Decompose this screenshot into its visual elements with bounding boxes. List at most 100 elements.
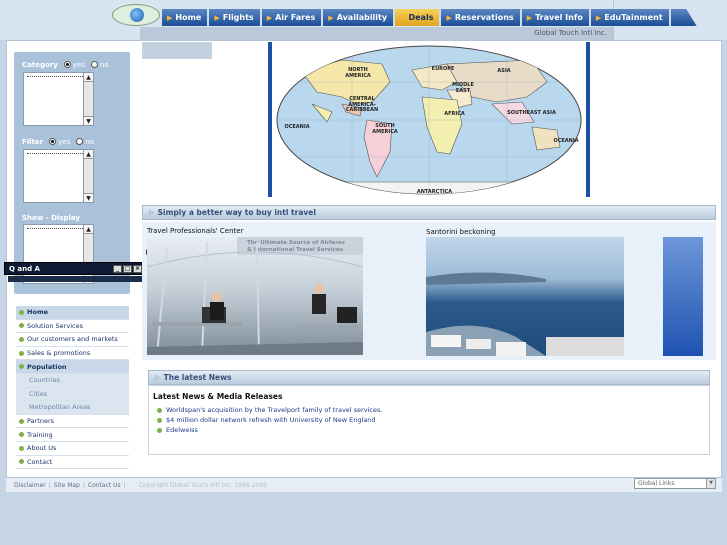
scroll-down-icon[interactable]: ▼ xyxy=(84,116,93,125)
map-label-south-america: SOUTH AMERICA xyxy=(372,123,398,135)
nav-tail xyxy=(670,9,697,26)
travel-pro-title: Travel Professionals' Center xyxy=(147,227,244,235)
bullet-icon xyxy=(19,336,24,342)
news-item-text: Edelweiss xyxy=(166,426,198,434)
world-map[interactable]: NORTH AMERICA EUROPE ASIA MIDDLE EAST CE… xyxy=(268,42,590,197)
category-listbox[interactable]: ▲ ▼ xyxy=(23,72,94,126)
map-label-middle-east: MIDDLE EAST xyxy=(452,82,474,94)
map-label-europe: EUROPE xyxy=(431,66,455,72)
nav-home[interactable]: ▶ Home xyxy=(162,9,210,26)
menu-item[interactable]: About Us xyxy=(16,442,129,456)
category-label: Category xyxy=(22,61,58,69)
tagline-bar: ▷ Simply a better way to buy intl travel xyxy=(142,205,716,220)
footer-link-site-map[interactable]: Site Map xyxy=(54,482,80,489)
menu-item[interactable]: Sales & promotions xyxy=(16,347,129,361)
nav-travel-info[interactable]: ▶ Travel Info xyxy=(521,9,591,26)
show-listbox[interactable]: ▲▼ xyxy=(23,224,94,284)
menu-item[interactable]: Partners xyxy=(16,415,129,429)
qa-title: Q and A xyxy=(9,265,40,273)
side-banner-image[interactable] xyxy=(663,237,703,356)
menu-item[interactable]: Our customers and markets xyxy=(16,333,129,347)
filter-no-radio[interactable] xyxy=(76,137,84,145)
menu-item[interactable]: Cities xyxy=(16,387,129,402)
nav-label: Air Fares xyxy=(275,13,316,22)
global-links-value: Global Links xyxy=(638,480,675,487)
menu-item-label: Our customers and markets xyxy=(27,335,118,344)
menu-item-label: Solution Services xyxy=(27,321,83,330)
news-item[interactable]: Edelweiss xyxy=(157,426,198,434)
filter-yes-radio[interactable] xyxy=(49,137,57,145)
company-name: Global Touch Intl Inc. xyxy=(534,29,607,37)
santorini-photo[interactable] xyxy=(426,237,624,356)
footer-link-contact[interactable]: Contact Us xyxy=(88,482,121,489)
chevron-down-icon[interactable]: ▼ xyxy=(706,479,715,488)
nav-availability[interactable]: ▶ Availability xyxy=(323,9,396,26)
footer: Disclaimer | Site Map | Contact Us | Copyri… xyxy=(6,477,722,492)
separator: | xyxy=(123,481,126,489)
tagline-text: Simply a better way to buy intl travel xyxy=(157,208,316,217)
menu-item[interactable]: Solution Services xyxy=(16,320,129,334)
bullet-icon xyxy=(19,445,24,451)
map-label-antarctica: ANTARCTICA xyxy=(416,189,453,195)
menu-item-label: Sales & promotions xyxy=(27,349,91,358)
menu-item[interactable]: Training xyxy=(16,428,129,442)
scroll-down-icon[interactable]: ▼ xyxy=(84,193,93,202)
bullet-icon xyxy=(19,418,24,424)
news-item-text: Worldspan's acquisition by the Travelpor… xyxy=(166,406,383,414)
minimize-icon[interactable]: _ xyxy=(113,265,122,273)
news-item[interactable]: $4 million dollar network refresh with U… xyxy=(157,416,376,424)
close-icon[interactable]: × xyxy=(133,265,142,273)
scroll-up-icon[interactable]: ▲ xyxy=(84,225,93,234)
arrow-icon: ▶ xyxy=(446,13,452,22)
nav-edutainment[interactable]: ▶ EduTainment xyxy=(590,9,671,26)
category-row: Category yes no xyxy=(22,60,109,69)
menu-item[interactable]: Contact xyxy=(16,456,129,470)
show-display-label: Show - Display xyxy=(22,214,80,222)
footer-link-disclaimer[interactable]: Disclaimer xyxy=(14,482,46,489)
scrollbar[interactable]: ▲▼ xyxy=(83,73,93,125)
map-label-southeast-asia: SOUTHEAST ASIA xyxy=(507,110,556,116)
menu-item-label: Countries xyxy=(29,376,61,385)
arrow-icon: ▶ xyxy=(167,13,173,22)
nav-label: EduTainment xyxy=(604,13,663,22)
bullet-icon xyxy=(19,323,24,329)
travel-pro-photo[interactable]: The Ultimate Source of Airfares & Interna… xyxy=(147,237,363,355)
listbox-placeholder xyxy=(27,228,83,229)
category-no-radio[interactable] xyxy=(90,60,98,68)
nav-reservations[interactable]: ▶ Reservations xyxy=(441,9,522,26)
site-logo[interactable] xyxy=(112,4,160,26)
bullet-icon xyxy=(157,417,162,423)
subheader-bar: Global Touch Intl Inc. xyxy=(140,27,613,40)
menu-item[interactable]: Population xyxy=(16,360,129,374)
map-label-central-america: CENTRAL AMERICA-CARIBBEAN xyxy=(345,96,379,113)
scroll-up-icon[interactable]: ▲ xyxy=(84,150,93,159)
arrow-icon: ▷ xyxy=(149,209,154,216)
news-item[interactable]: Worldspan's acquisition by the Travelpor… xyxy=(157,406,382,414)
menu-item[interactable]: Countries xyxy=(16,373,129,388)
maximize-icon[interactable]: □ xyxy=(123,265,132,273)
scrollbar[interactable]: ▲▼ xyxy=(83,150,93,202)
listbox-placeholder xyxy=(27,153,83,154)
bullet-icon xyxy=(19,432,24,438)
nav-deals[interactable]: ▶ Deals xyxy=(395,9,442,26)
menu-item[interactable]: Home xyxy=(16,306,129,320)
filter-listbox[interactable]: ▲ ▼ xyxy=(23,149,94,203)
nav-label: Reservations xyxy=(454,13,514,22)
arrow-icon: ▷ xyxy=(155,374,160,381)
category-no-label: no xyxy=(99,61,109,69)
arrow-icon: ▶ xyxy=(526,13,533,22)
global-links-select[interactable]: Global Links ▼ xyxy=(634,478,716,489)
bullet-icon xyxy=(157,407,162,413)
category-yes-radio[interactable] xyxy=(63,60,71,68)
nav-flights[interactable]: ▶ Flights xyxy=(209,9,262,26)
menu-item-label: Metropolitan Areas xyxy=(29,403,91,412)
qa-popup[interactable]: Q and A _ □ × xyxy=(4,262,146,275)
menu-item[interactable]: Metropolitan Areas xyxy=(16,401,129,415)
menu-item-label: Cities xyxy=(29,389,48,398)
nav-label: Availability xyxy=(336,13,388,22)
santorini-graphic xyxy=(426,272,624,356)
nav-label: Flights xyxy=(222,13,254,22)
nav-air-fares[interactable]: ▶ Air Fares xyxy=(261,9,324,26)
scroll-up-icon[interactable]: ▲ xyxy=(84,73,93,82)
bullet-icon xyxy=(19,309,24,315)
